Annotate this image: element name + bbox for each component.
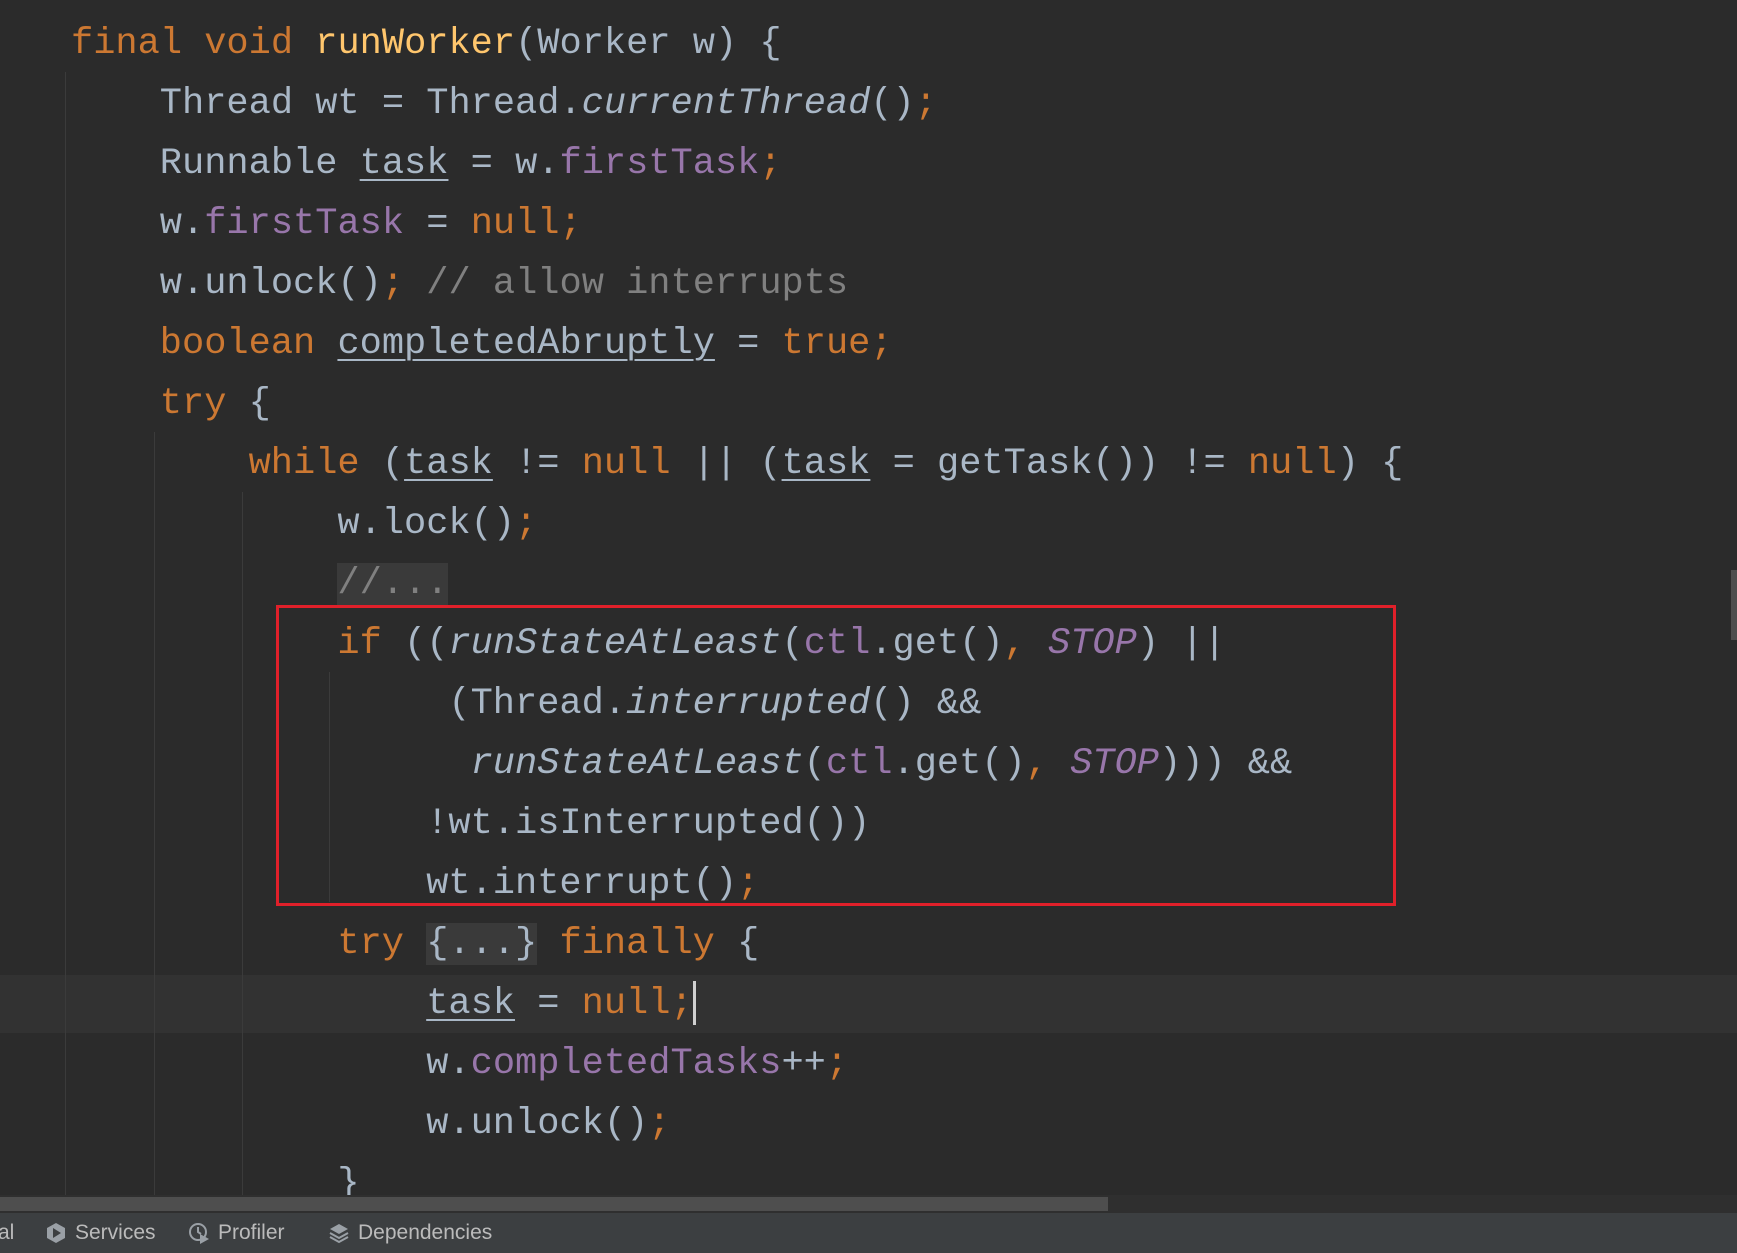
code-token: ; (914, 83, 937, 125)
tool-label: al (0, 1221, 15, 1244)
code-token: Runnable (159, 143, 360, 185)
code-token: completedAbruptly (337, 323, 715, 365)
horizontal-scrollbar-thumb[interactable] (0, 1197, 1108, 1211)
folded-code-region[interactable]: //... (337, 563, 449, 605)
code-token: ; (648, 1103, 671, 1145)
tool-window-profiler[interactable]: Profiler (188, 1213, 285, 1253)
tool-label: Services (75, 1221, 156, 1244)
code-token: w. (426, 1043, 471, 1085)
code-line[interactable]: while (task != null || (task = getTask()… (249, 434, 1404, 494)
code-editor[interactable]: final void runWorker(Worker w) {Thread w… (0, 0, 1737, 1195)
indent-guide (65, 72, 66, 1195)
code-token: ) { (1336, 443, 1404, 485)
code-token: try (337, 923, 427, 965)
code-line[interactable]: try {...} finally { (337, 914, 759, 974)
code-token: null (581, 443, 671, 485)
code-token: = (714, 323, 782, 365)
text-caret (692, 981, 696, 1026)
current-line-highlight (0, 975, 1737, 1033)
code-line[interactable]: w.firstTask = null; (160, 194, 582, 254)
indent-guide (154, 432, 155, 1195)
code-token: w.unlock() (159, 263, 382, 305)
code-token: firstTask (204, 203, 405, 245)
tool-window-services[interactable]: Services (45, 1213, 156, 1253)
code-token: finally (537, 923, 738, 965)
code-token: { (737, 923, 760, 965)
code-token: task (426, 983, 516, 1025)
highlight-annotation-box (276, 605, 1396, 906)
code-token: ++ (781, 1043, 826, 1085)
code-line[interactable]: Runnable task = w.firstTask; (160, 134, 782, 194)
code-token: { (248, 383, 271, 425)
code-line[interactable]: try { (160, 374, 271, 434)
code-token: ; (759, 143, 782, 185)
services-icon (47, 1223, 65, 1243)
code-token: Thread wt = Thread. (159, 83, 582, 125)
code-token: = (515, 983, 582, 1025)
code-line[interactable]: task = null; (426, 974, 696, 1034)
profiler-icon (189, 1223, 209, 1244)
code-token: null; (581, 983, 693, 1025)
code-token: firstTask (559, 143, 760, 185)
code-token: while (248, 443, 382, 485)
code-token: () (870, 83, 915, 125)
code-token: boolean (159, 323, 338, 365)
code-line[interactable]: boolean completedAbruptly = true; (160, 314, 893, 374)
code-token: ; (381, 263, 427, 305)
code-line[interactable]: w.lock(); (337, 494, 537, 554)
code-line[interactable]: Thread wt = Thread.currentThread(); (160, 74, 937, 134)
code-line[interactable]: w.unlock(); // allow interrupts (160, 254, 848, 314)
code-line[interactable]: } (337, 1154, 359, 1195)
code-token: null (1247, 443, 1337, 485)
code-token: // allow interrupts (426, 263, 849, 305)
code-line[interactable]: w.completedTasks++; (426, 1034, 848, 1094)
tool-window-terminal-partial[interactable]: al (0, 1213, 14, 1253)
code-token: ; (515, 503, 538, 545)
code-token: ; (825, 1043, 849, 1085)
tool-label: Profiler (218, 1221, 285, 1244)
code-token: (Worker w) { (515, 23, 782, 65)
tool-label: Dependencies (358, 1221, 493, 1244)
code-token: task (781, 443, 871, 485)
code-token: completedTasks (470, 1043, 782, 1085)
horizontal-scrollbar[interactable] (0, 1195, 1737, 1213)
tool-window-bar: al Services Profiler Dependencies (0, 1213, 1737, 1253)
code-token: task (404, 443, 493, 485)
code-token: currentThread (581, 83, 871, 125)
code-token: = getTask()) != (870, 443, 1248, 485)
code-token: || ( (670, 443, 782, 485)
code-token: final void (71, 23, 316, 65)
code-token: null; (470, 203, 582, 245)
code-token: w.lock() (337, 503, 516, 545)
code-token: } (337, 1163, 360, 1195)
code-line[interactable]: final void runWorker(Worker w) { (71, 14, 782, 74)
tool-window-dependencies[interactable]: Dependencies (328, 1213, 492, 1253)
code-token: ( (381, 443, 405, 485)
code-token: task (359, 143, 449, 185)
code-token: = (404, 203, 471, 245)
code-token: try (159, 383, 249, 425)
code-token: true; (781, 323, 893, 365)
folded-code-region[interactable]: {...} (426, 923, 538, 965)
code-token: runWorker (315, 23, 516, 65)
dependencies-icon (329, 1224, 349, 1244)
indent-guide (242, 492, 243, 1195)
code-token: w.unlock() (426, 1103, 649, 1145)
code-token: = w. (448, 143, 560, 185)
code-token: w. (159, 203, 205, 245)
code-line[interactable]: w.unlock(); (426, 1094, 670, 1154)
vertical-scrollbar-thumb[interactable] (1731, 570, 1737, 640)
code-token: != (492, 443, 582, 485)
